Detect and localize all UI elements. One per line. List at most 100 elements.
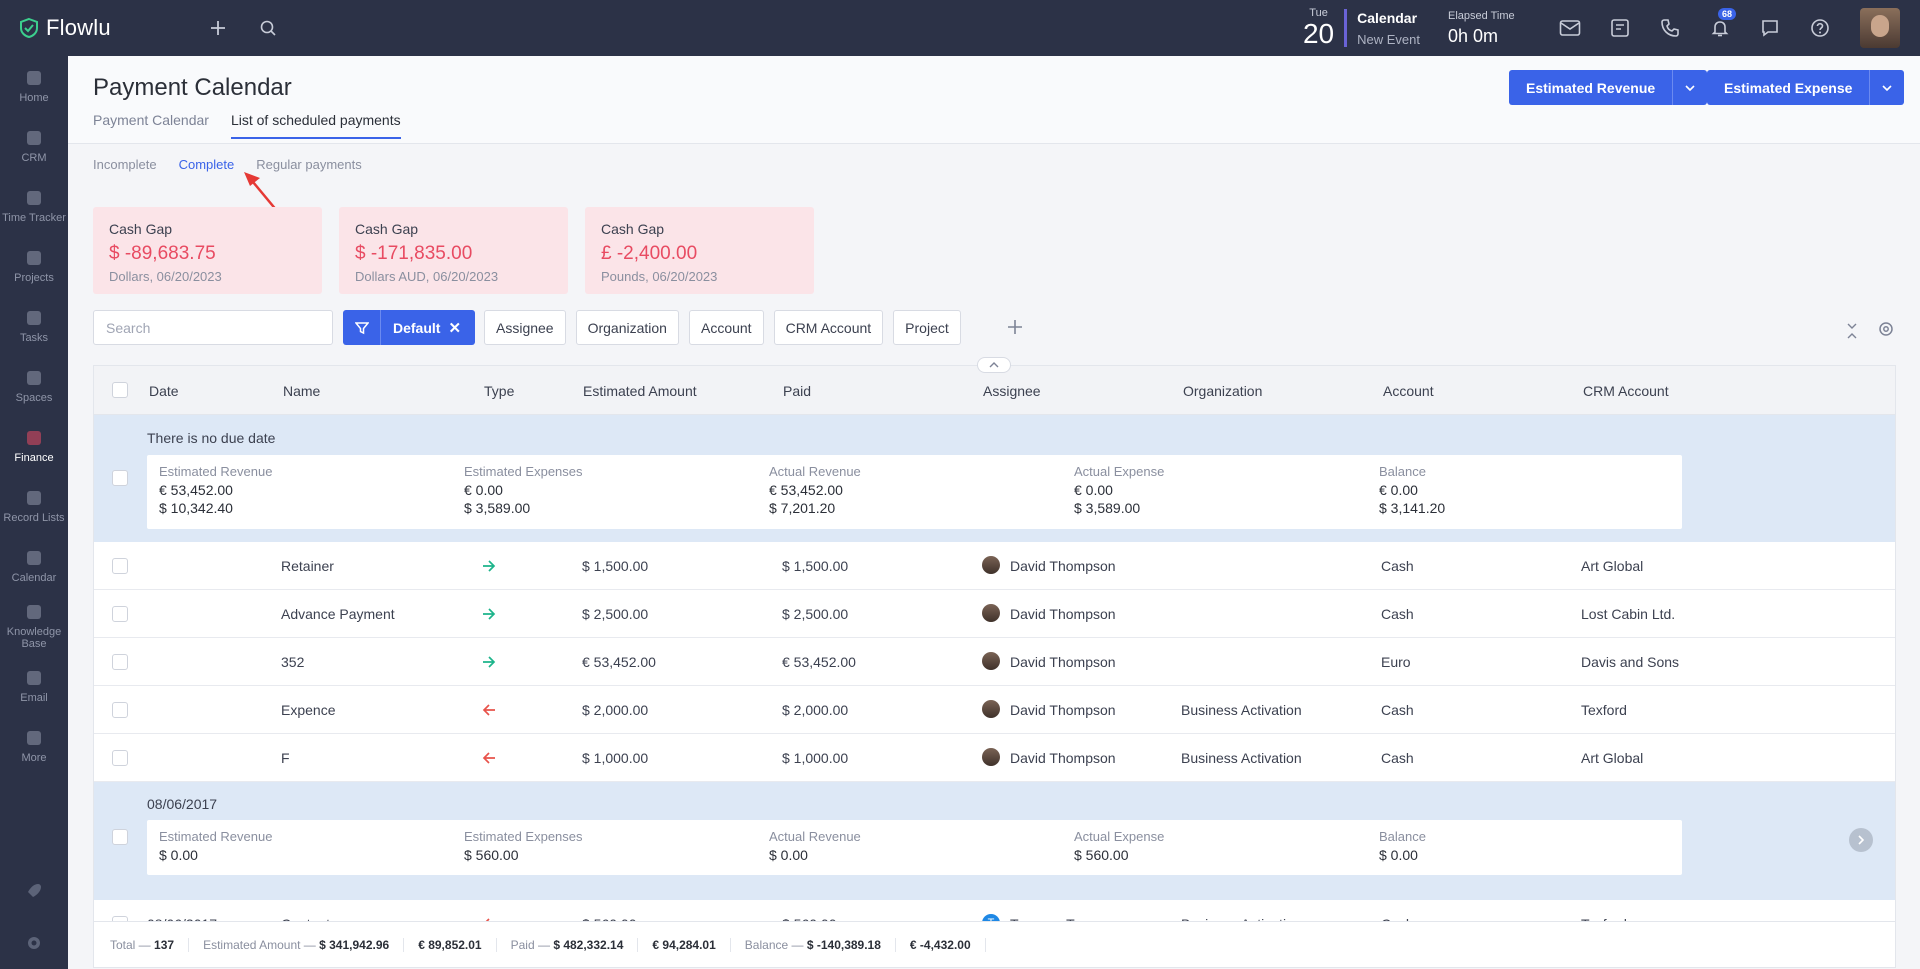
cell-assignee[interactable]: David Thompson	[1010, 750, 1116, 766]
filter-chip-organization[interactable]: Organization	[575, 310, 679, 345]
plus-icon[interactable]	[204, 14, 232, 42]
sidebar-item-finance[interactable]: Finance	[0, 416, 68, 476]
sidebar-item-tasks[interactable]: Tasks	[0, 296, 68, 356]
cell-name[interactable]: 352	[281, 654, 304, 670]
assignee-avatar	[982, 700, 1000, 718]
col-account[interactable]: Account	[1383, 383, 1434, 399]
filter-chip-account[interactable]: Account	[688, 310, 764, 345]
table-row[interactable]: Expence $ 2,000.00 $ 2,000.00 David Thompso…	[94, 686, 1895, 734]
estimated-expense-button[interactable]: Estimated Expense	[1707, 70, 1905, 105]
col-assignee[interactable]: Assignee	[983, 383, 1041, 399]
cell-organization[interactable]: Business Activation	[1181, 702, 1302, 718]
cell-assignee[interactable]: David Thompson	[1010, 606, 1116, 622]
sidebar-item-crm[interactable]: CRM	[0, 116, 68, 176]
cell-name[interactable]: Expence	[281, 702, 335, 718]
summary-value: $ 10,342.40	[159, 500, 233, 516]
cell-crm-account[interactable]: Davis and Sons	[1581, 654, 1679, 670]
sidebar-item-time-tracker[interactable]: Time Tracker	[0, 176, 68, 236]
row-checkbox[interactable]	[112, 654, 128, 670]
footer-paid-eur-seg: € 94,284.01	[638, 937, 731, 952]
tab-scheduled-payments[interactable]: List of scheduled payments	[230, 112, 401, 139]
notes-icon[interactable]	[1606, 14, 1634, 42]
search-input[interactable]: Search	[93, 310, 333, 345]
filter-chip-assignee[interactable]: Assignee	[484, 310, 566, 345]
cell-name[interactable]: Advance Payment	[281, 606, 395, 622]
chevron-down-icon[interactable]	[1870, 70, 1904, 105]
default-filter-label: Default	[393, 319, 441, 336]
sidebar-item-home[interactable]: Home	[0, 56, 68, 116]
estimated-revenue-label[interactable]: Estimated Revenue	[1509, 70, 1674, 105]
sidebar-item-projects[interactable]: Projects	[0, 236, 68, 296]
settings-gear-icon[interactable]	[0, 917, 68, 969]
income-arrow-icon	[482, 607, 496, 623]
mail-icon[interactable]	[1556, 14, 1584, 42]
col-estimated-amount[interactable]: Estimated Amount	[583, 383, 697, 399]
filter-icon[interactable]	[343, 310, 381, 345]
collapse-toggle[interactable]	[977, 357, 1011, 373]
group-checkbox[interactable]	[112, 829, 128, 845]
default-filter-button[interactable]: Default ✕	[343, 310, 476, 345]
subtab-incomplete[interactable]: Incomplete	[93, 157, 157, 172]
tab-payment-calendar[interactable]: Payment Calendar	[93, 112, 209, 139]
table-row[interactable]: Retainer $ 1,500.00 $ 1,500.00 David Thomps…	[94, 542, 1895, 590]
filter-chip-crm-account[interactable]: CRM Account	[773, 310, 884, 345]
chevron-right-icon[interactable]	[1849, 828, 1873, 852]
chat-icon[interactable]	[1756, 14, 1784, 42]
filter-chip-project[interactable]: Project	[893, 310, 961, 345]
sidebar-item-spaces[interactable]: Spaces	[0, 356, 68, 416]
group-header: 08/06/2017 Estimated Revenue $ 0.00 Estima…	[94, 782, 1895, 900]
cell-name[interactable]: Retainer	[281, 558, 334, 574]
table-row[interactable]: Advance Payment $ 2,500.00 $ 2,500.00 David…	[94, 590, 1895, 638]
cell-assignee[interactable]: David Thompson	[1010, 702, 1116, 718]
elapsed-time[interactable]: Elapsed Time 0h 0m	[1448, 10, 1528, 47]
estimated-expense-label[interactable]: Estimated Expense	[1707, 70, 1871, 105]
cell-organization[interactable]: Business Activation	[1181, 750, 1302, 766]
cell-crm-account[interactable]: Texford	[1581, 702, 1627, 718]
rocket-icon[interactable]	[0, 865, 68, 917]
estimated-revenue-button[interactable]: Estimated Revenue	[1509, 70, 1708, 105]
sidebar-item-more[interactable]: More	[0, 716, 68, 776]
cell-crm-account[interactable]: Art Global	[1581, 558, 1643, 574]
sidebar-item-calendar[interactable]: Calendar	[0, 536, 68, 596]
collapse-all-icon[interactable]	[1846, 322, 1858, 345]
group-checkbox[interactable]	[112, 470, 128, 486]
sidebar-item-record-lists[interactable]: Record Lists	[0, 476, 68, 536]
user-avatar[interactable]	[1860, 8, 1900, 48]
search-icon[interactable]	[254, 14, 282, 42]
subtab-complete[interactable]: Complete	[179, 157, 235, 172]
select-all-checkbox[interactable]	[112, 382, 128, 398]
phone-icon[interactable]	[1656, 14, 1684, 42]
settings-icon[interactable]	[1877, 320, 1895, 343]
col-type[interactable]: Type	[484, 383, 514, 399]
col-crm-account[interactable]: CRM Account	[1583, 383, 1669, 399]
col-paid[interactable]: Paid	[783, 383, 811, 399]
table-row[interactable]: 352 € 53,452.00 € 53,452.00 David Thompson E…	[94, 638, 1895, 686]
summary-label: Actual Revenue	[769, 464, 861, 479]
col-organization[interactable]: Organization	[1183, 383, 1262, 399]
row-checkbox[interactable]	[112, 750, 128, 766]
cell-crm-account[interactable]: Art Global	[1581, 750, 1643, 766]
cell-crm-account[interactable]: Lost Cabin Ltd.	[1581, 606, 1675, 622]
close-icon[interactable]: ✕	[448, 319, 475, 337]
bell-icon[interactable]: 68	[1706, 8, 1737, 42]
col-date[interactable]: Date	[149, 383, 179, 399]
calendar-widget[interactable]: Tue 20 Calendar New Event	[1303, 8, 1420, 48]
status-tabs: Incomplete Complete Regular payments	[93, 157, 362, 172]
table-row[interactable]: F $ 1,000.00 $ 1,000.00 David Thompson Busin…	[94, 734, 1895, 782]
cell-name[interactable]: F	[281, 750, 290, 766]
row-checkbox[interactable]	[112, 558, 128, 574]
summary-label: Actual Expense	[1074, 829, 1165, 844]
logo[interactable]: Flowlu	[0, 15, 140, 41]
chevron-down-icon[interactable]	[1673, 70, 1707, 105]
cell-assignee[interactable]: David Thompson	[1010, 558, 1116, 574]
new-event-link[interactable]: New Event	[1357, 32, 1420, 47]
row-checkbox[interactable]	[112, 606, 128, 622]
sidebar-item-knowledge-base[interactable]: Knowledge Base	[0, 596, 68, 656]
row-checkbox[interactable]	[112, 702, 128, 718]
sidebar-item-email[interactable]: Email	[0, 656, 68, 716]
col-name[interactable]: Name	[283, 383, 320, 399]
summary-value: € 0.00	[1074, 482, 1113, 498]
add-filter-icon[interactable]	[1006, 316, 1024, 342]
help-icon[interactable]	[1806, 14, 1834, 42]
cell-assignee[interactable]: David Thompson	[1010, 654, 1116, 670]
